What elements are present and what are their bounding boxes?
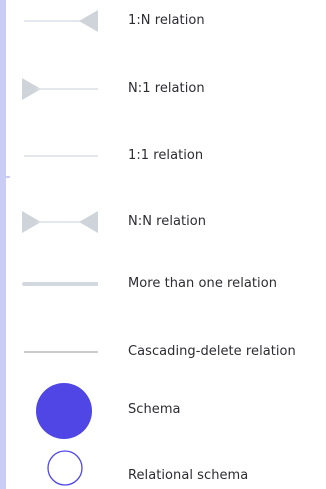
left-accent-bar (0, 0, 6, 489)
legend-label-one-to-one: 1:1 relation (128, 148, 204, 163)
left-accent-tick (0, 176, 10, 178)
one-to-one-line-icon (22, 136, 98, 176)
outline-circle-icon (45, 448, 85, 488)
legend-label-schema: Schema (128, 402, 181, 417)
legend-label-multiple: More than one relation (128, 276, 277, 291)
one-to-many-arrow-icon (22, 2, 98, 42)
legend-label-cascading-delete: Cascading-delete relation (128, 344, 296, 359)
dark-line-icon (22, 332, 98, 372)
legend-label-relational-schema: Relational schema (128, 468, 249, 483)
legend-label-many-to-many: N:N relation (128, 214, 207, 229)
many-to-many-arrow-icon (22, 202, 98, 242)
legend-label-many-to-one: N:1 relation (128, 81, 205, 96)
legend-label-one-to-many: 1:N relation (128, 13, 205, 28)
thick-line-icon (22, 264, 98, 304)
many-to-one-arrow-icon (22, 69, 98, 109)
relation-legend-panel: 1:N relation N:1 relation 1:1 relation N… (0, 0, 326, 489)
filled-circle-icon (34, 381, 94, 441)
